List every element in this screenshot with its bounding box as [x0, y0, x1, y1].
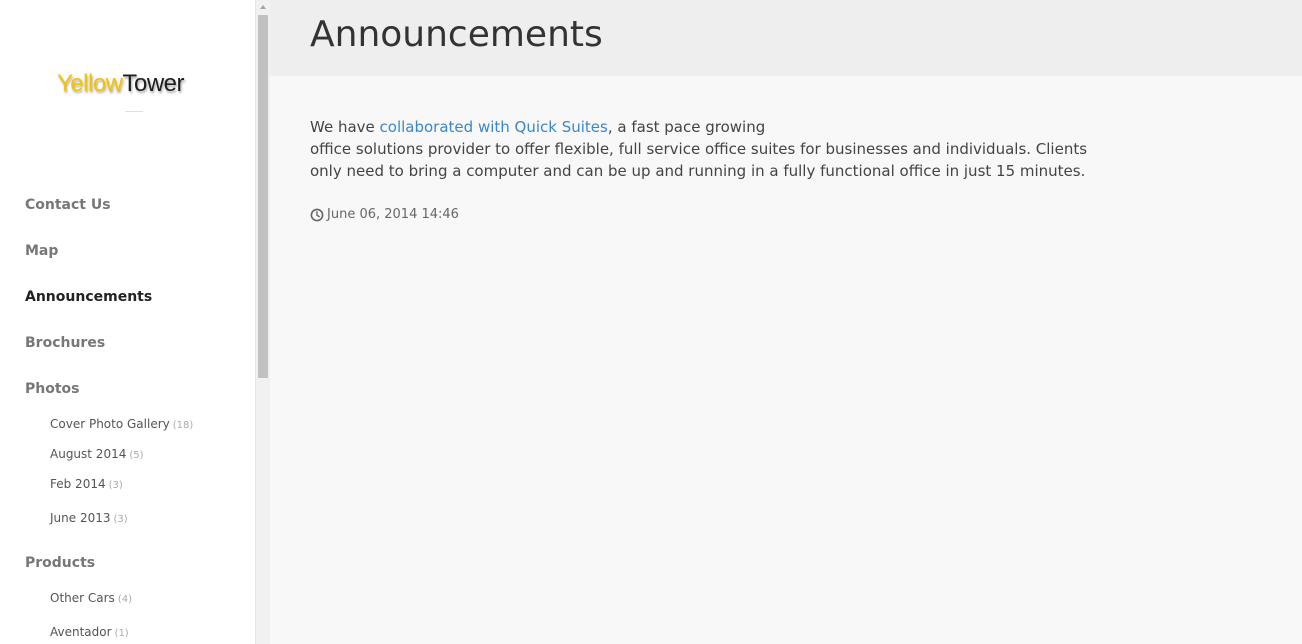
scrollbar-thumb[interactable]	[258, 15, 268, 378]
announcement-text-start: We have	[310, 118, 380, 136]
scroll-up-arrow-icon[interactable]	[256, 0, 270, 14]
sidebar-subitem-june-2013[interactable]: June 2013 (3)	[50, 511, 128, 525]
announcement-body: We have collaborated with Quick Suites, …	[310, 116, 1100, 182]
quick-suites-link[interactable]: collaborated with Quick Suites	[380, 118, 608, 136]
sidebar-item-announcements[interactable]: Announcements	[25, 289, 152, 305]
announcement-text-rest: office solutions provider to offer flexi…	[310, 140, 1088, 180]
announcement-meta: June 06, 2014 14:46	[310, 207, 459, 222]
sidebar-subitem-other-cars[interactable]: Other Cars (4)	[50, 591, 132, 605]
sidebar-subitem-cover-photo-gallery[interactable]: Cover Photo Gallery (18)	[50, 417, 193, 431]
sidebar-item-products[interactable]: Products	[25, 555, 95, 571]
clock-icon	[310, 208, 324, 221]
sidebar-scrollbar[interactable]	[255, 0, 270, 644]
sidebar-item-map[interactable]: Map	[25, 243, 58, 259]
subitem-count: (3)	[108, 480, 123, 491]
sidebar-subitem-august-2014[interactable]: August 2014 (5)	[50, 447, 144, 461]
subitem-count: (1)	[114, 628, 129, 639]
sidebar-item-contact-us[interactable]: Contact Us	[25, 197, 111, 213]
subitem-count: (4)	[117, 594, 132, 605]
sidebar: YellowTower Contact Us Map Announcements…	[0, 0, 255, 644]
subitem-count: (18)	[172, 420, 194, 431]
subitem-count: (3)	[113, 514, 128, 525]
subitem-label: June 2013	[50, 511, 111, 525]
logo[interactable]: YellowTower	[57, 70, 185, 98]
subitem-label: Aventador	[50, 625, 112, 639]
sidebar-item-brochures[interactable]: Brochures	[25, 335, 105, 351]
subitem-label: Feb 2014	[50, 477, 106, 491]
sidebar-item-photos[interactable]: Photos	[25, 381, 80, 397]
announcement-date: June 06, 2014 14:46	[327, 207, 459, 222]
subitem-label: Cover Photo Gallery	[50, 417, 170, 431]
announcement-text-line1: , a fast pace growing	[607, 118, 766, 136]
subitem-count: (5)	[129, 450, 144, 461]
logo-divider	[125, 111, 143, 112]
page-header: Announcements	[270, 0, 1302, 76]
logo-text-yellow: Yellow	[57, 70, 123, 97]
sidebar-subitem-aventador[interactable]: Aventador (1)	[50, 625, 129, 639]
logo-text-dark: Tower	[122, 70, 185, 97]
page-title: Announcements	[310, 14, 603, 55]
subitem-label: August 2014	[50, 447, 127, 461]
sidebar-subitem-feb-2014[interactable]: Feb 2014 (3)	[50, 477, 123, 491]
subitem-label: Other Cars	[50, 591, 115, 605]
triangle-up-icon	[260, 5, 266, 9]
